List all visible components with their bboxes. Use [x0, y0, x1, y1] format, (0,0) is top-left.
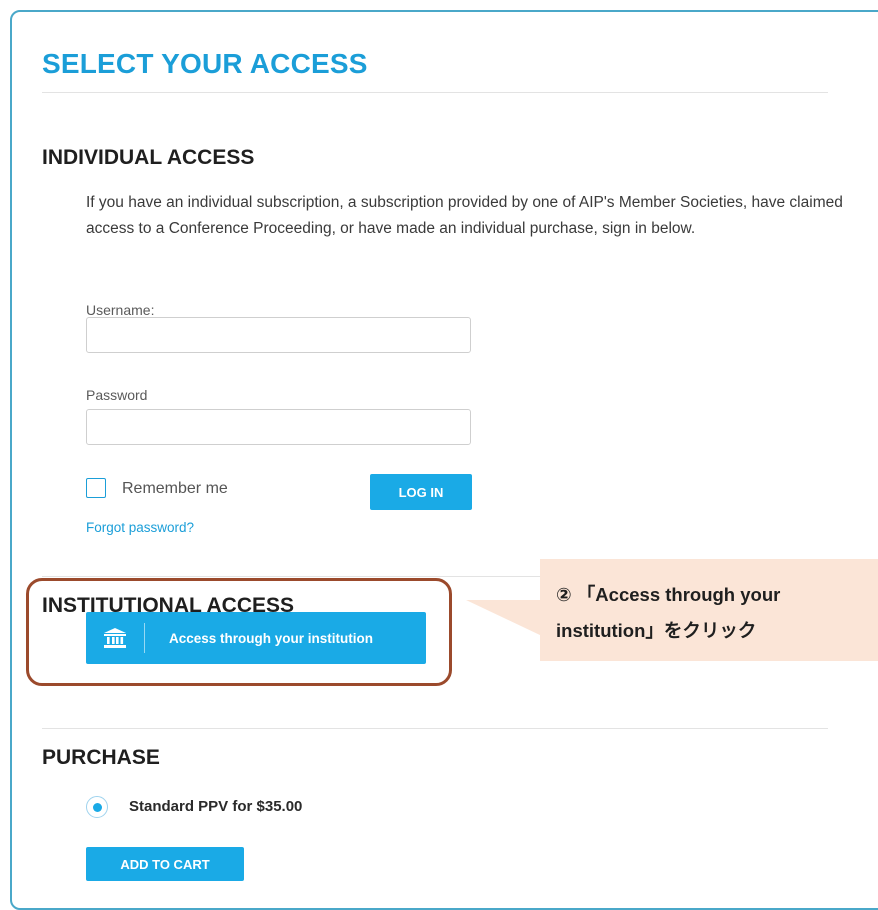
callout-line-1: ② 「Access through your: [556, 584, 781, 605]
section-divider: [42, 728, 828, 729]
password-input[interactable]: [86, 409, 471, 445]
add-to-cart-button[interactable]: ADD TO CART: [86, 847, 244, 881]
remember-me-label[interactable]: Remember me: [122, 480, 228, 498]
standard-ppv-radio[interactable]: [86, 796, 108, 818]
purchase-heading: PURCHASE: [42, 746, 160, 769]
password-label: Password: [86, 387, 148, 403]
page-title: SELECT YOUR ACCESS: [42, 48, 368, 79]
forgot-password-link[interactable]: Forgot password?: [86, 520, 194, 535]
username-label: Username:: [86, 302, 155, 318]
radio-selected-dot: [92, 802, 102, 812]
login-button[interactable]: LOG IN: [370, 474, 472, 510]
individual-access-heading: INDIVIDUAL ACCESS: [42, 146, 255, 169]
username-input[interactable]: [86, 317, 471, 353]
callout-line-2: institution」をクリック: [556, 620, 757, 641]
individual-access-description: If you have an individual subscription, …: [86, 194, 843, 237]
standard-ppv-label[interactable]: Standard PPV for $35.00: [129, 798, 302, 815]
highlight-box: [26, 578, 452, 686]
title-divider: [42, 92, 828, 93]
callout-pointer: [466, 600, 542, 636]
remember-me-checkbox[interactable]: [86, 478, 106, 498]
callout-annotation: ② 「Access through your institution」をクリック: [540, 559, 878, 661]
access-panel: [10, 10, 878, 910]
